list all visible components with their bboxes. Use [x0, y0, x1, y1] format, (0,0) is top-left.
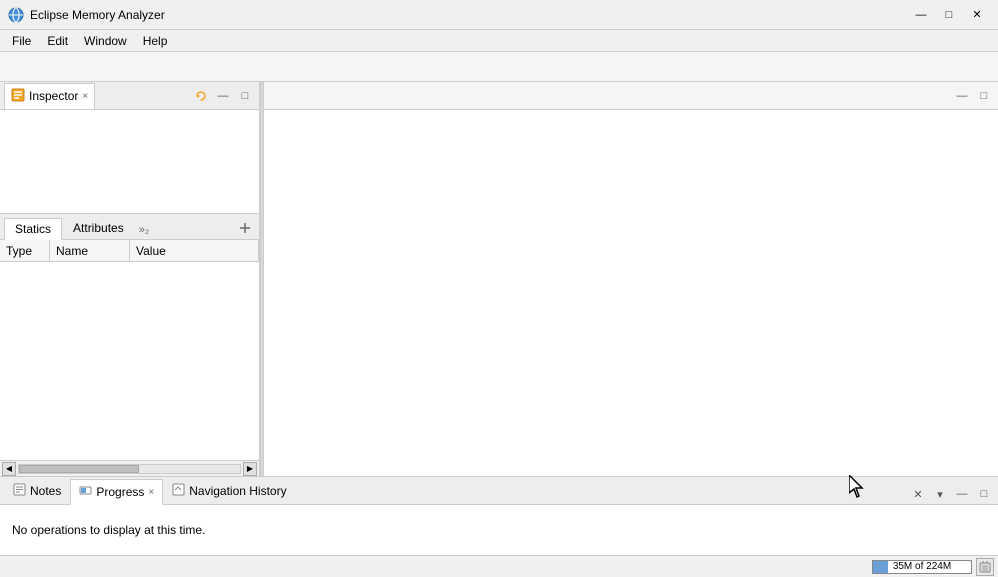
- right-panel-toolbar: — □: [264, 82, 998, 110]
- inspector-table: Type Name Value: [0, 240, 259, 460]
- inspector-tab-label: Inspector: [29, 89, 78, 103]
- content-area: Inspector × — □: [0, 82, 998, 476]
- sub-tab-statics[interactable]: Statics: [4, 218, 62, 240]
- sub-tab-pin[interactable]: [235, 220, 255, 239]
- progress-tab-label: Progress: [96, 485, 144, 499]
- right-content: [264, 110, 998, 476]
- horizontal-scrollbar[interactable]: ◀ ▶: [0, 460, 259, 476]
- inspector-sync-btn[interactable]: [191, 86, 211, 106]
- bottom-clear-btn[interactable]: ✕: [908, 484, 928, 504]
- no-operations-text: No operations to display at this time.: [12, 523, 205, 537]
- status-memory: 35M of 224M: [872, 558, 994, 576]
- nav-history-icon: [172, 483, 185, 499]
- menu-edit[interactable]: Edit: [39, 32, 76, 50]
- right-minimize-btn[interactable]: —: [952, 86, 972, 106]
- menu-bar: File Edit Window Help: [0, 30, 998, 52]
- bottom-content: No operations to display at this time.: [0, 505, 998, 555]
- col-header-name: Name: [50, 240, 130, 261]
- progress-icon: [79, 484, 92, 500]
- status-bar: 35M of 224M: [0, 555, 998, 577]
- minimize-button[interactable]: —: [908, 5, 934, 25]
- bottom-panel: Notes Progress ×: [0, 476, 998, 555]
- inspector-tab-actions: — □: [191, 86, 255, 106]
- inspector-sub-tabs: Statics Attributes »₂: [0, 214, 259, 240]
- inspector-tab[interactable]: Inspector ×: [4, 83, 95, 109]
- sub-tab-attributes[interactable]: Attributes: [62, 217, 135, 239]
- title-bar: Eclipse Memory Analyzer — □ ✕: [0, 0, 998, 30]
- gc-button[interactable]: [976, 558, 994, 576]
- bottom-minimize-btn[interactable]: —: [952, 484, 972, 504]
- inspector-tab-bar: Inspector × — □: [0, 82, 259, 110]
- menu-file[interactable]: File: [4, 32, 39, 50]
- right-maximize-btn[interactable]: □: [974, 86, 994, 106]
- memory-fill: [873, 561, 888, 573]
- inspector-tab-icon: [11, 88, 25, 105]
- sub-tab-overflow[interactable]: »₂: [135, 221, 153, 239]
- bottom-tab-bar: Notes Progress ×: [0, 477, 998, 505]
- nav-history-tab-label: Navigation History: [189, 484, 286, 498]
- scroll-track[interactable]: [18, 464, 241, 474]
- toolbar: [0, 52, 998, 82]
- col-header-value: Value: [130, 240, 259, 261]
- main-area: Inspector × — □: [0, 82, 998, 555]
- notes-icon: [13, 483, 26, 499]
- menu-help[interactable]: Help: [135, 32, 176, 50]
- table-header: Type Name Value: [0, 240, 259, 262]
- inspector-bottom: Statics Attributes »₂ Type Name: [0, 213, 259, 460]
- scroll-thumb[interactable]: [19, 465, 139, 473]
- scroll-left-arrow[interactable]: ◀: [2, 462, 16, 476]
- progress-tab-close[interactable]: ×: [148, 487, 154, 498]
- right-panel: — □: [264, 82, 998, 476]
- tab-progress[interactable]: Progress ×: [70, 479, 163, 505]
- inspector-content: [0, 110, 259, 213]
- app-title: Eclipse Memory Analyzer: [30, 8, 908, 22]
- left-panel: Inspector × — □: [0, 82, 260, 476]
- inspector-minimize-btn[interactable]: —: [213, 86, 233, 106]
- maximize-button[interactable]: □: [936, 5, 962, 25]
- tab-notes[interactable]: Notes: [4, 478, 70, 504]
- notes-tab-label: Notes: [30, 484, 61, 498]
- bottom-tab-actions: ✕ ▾ — □: [908, 484, 994, 504]
- bottom-maximize-btn[interactable]: □: [974, 484, 994, 504]
- menu-window[interactable]: Window: [76, 32, 135, 50]
- window-controls: — □ ✕: [908, 5, 990, 25]
- col-header-type: Type: [0, 240, 50, 261]
- bottom-dropdown-btn[interactable]: ▾: [930, 484, 950, 504]
- app-icon: [8, 7, 24, 23]
- memory-bar-wrap: 35M of 224M: [872, 560, 972, 574]
- tab-nav-history[interactable]: Navigation History: [163, 478, 295, 504]
- inspector-tab-close[interactable]: ×: [82, 91, 88, 102]
- scroll-right-arrow[interactable]: ▶: [243, 462, 257, 476]
- memory-bar: [872, 560, 972, 574]
- close-button[interactable]: ✕: [964, 5, 990, 25]
- inspector-maximize-btn[interactable]: □: [235, 86, 255, 106]
